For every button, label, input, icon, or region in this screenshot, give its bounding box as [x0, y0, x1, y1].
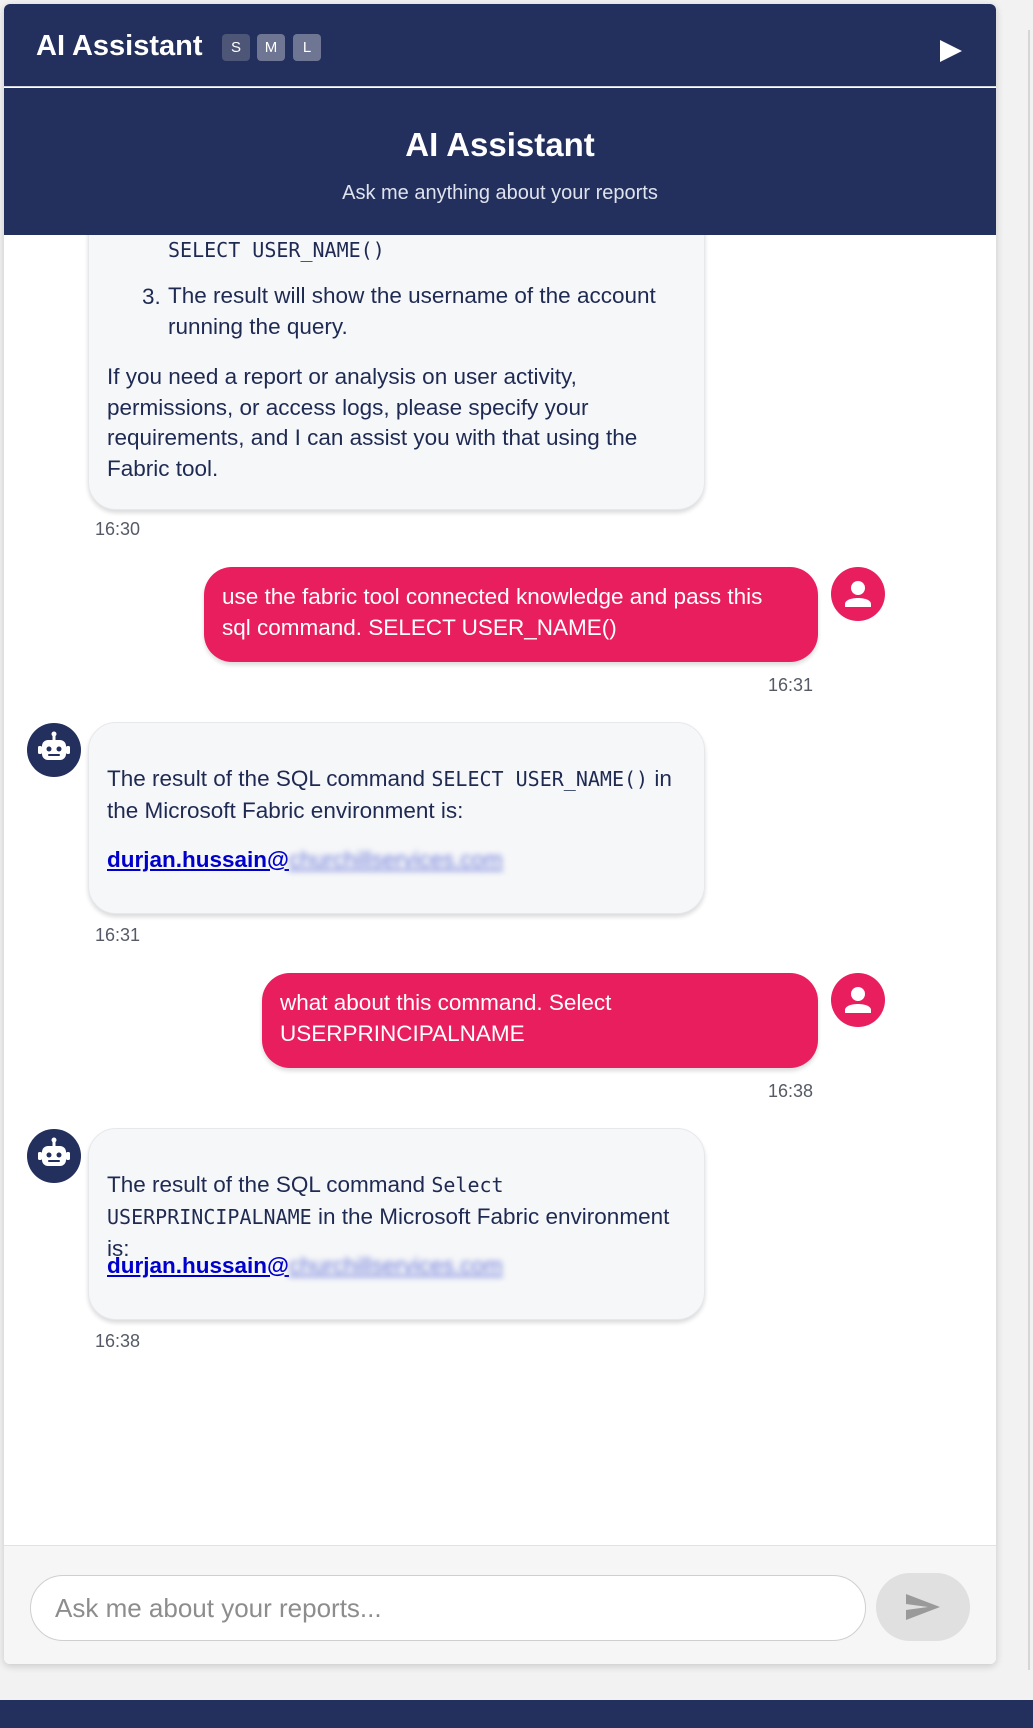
chat-header: AI Assistant Ask me anything about your … [4, 88, 996, 235]
assistant-avatar-icon [27, 723, 81, 777]
play-icon[interactable] [932, 34, 966, 68]
email-link-redacted[interactable]: churchillservices.com [289, 847, 503, 872]
assistant-message: The result of the SQL command SELECT USE… [88, 722, 705, 914]
chat-widget: AI Assistant S M L AI Assistant Ask me a… [4, 4, 996, 1664]
message-text-before: The result of the SQL command [107, 1172, 432, 1197]
email-link-visible[interactable]: durjan.hussain@ [107, 847, 289, 872]
assistant-message: SELECT USER_NAME() 3. The result will sh… [88, 235, 705, 510]
send-button[interactable] [876, 1573, 970, 1641]
chat-input-bar [4, 1545, 996, 1664]
page-footer-bar [0, 1700, 1033, 1728]
message-timestamp: 16:30 [95, 519, 141, 539]
chat-header-title: AI Assistant [405, 126, 595, 163]
user-avatar-icon [831, 973, 885, 1027]
message-list[interactable]: SELECT USER_NAME() 3. The result will sh… [4, 235, 996, 1545]
list-item: The result will show the username of the… [168, 283, 656, 339]
page-scrollbar-track [1028, 30, 1030, 1670]
size-medium-button[interactable]: M [257, 34, 285, 61]
user-avatar-icon [831, 567, 885, 621]
email-link-redacted[interactable]: churchillservices.com [289, 1253, 503, 1278]
widget-topbar: AI Assistant S M L [4, 4, 996, 87]
message-timestamp: 16:38 [768, 1081, 814, 1101]
size-large-button[interactable]: L [293, 34, 321, 61]
message-timestamp: 16:31 [95, 925, 141, 945]
inline-code: SELECT USER_NAME() [431, 767, 649, 791]
message-timestamp: 16:31 [768, 675, 814, 695]
user-message: use the fabric tool connected knowledge … [204, 567, 818, 662]
send-icon [906, 1594, 940, 1620]
user-message: what about this command. Select USERPRIN… [262, 973, 818, 1068]
assistant-avatar-icon [27, 1129, 81, 1183]
message-text: The result of the SQL command SELECT USE… [107, 763, 687, 826]
message-timestamp: 16:38 [95, 1331, 141, 1351]
email-link-visible[interactable]: durjan.hussain@ [107, 1253, 289, 1278]
chat-input[interactable] [30, 1575, 866, 1641]
assistant-message: The result of the SQL command Select USE… [88, 1128, 705, 1320]
email-link[interactable]: durjan.hussain@churchillservices.com [107, 843, 503, 876]
size-small-button[interactable]: S [222, 34, 250, 61]
message-text-before: The result of the SQL command [107, 766, 432, 791]
widget-title: AI Assistant [36, 30, 203, 62]
message-paragraph: If you need a report or analysis on user… [107, 364, 638, 481]
code-line: SELECT USER_NAME() [168, 238, 385, 262]
chat-header-subtitle: Ask me anything about your reports [342, 182, 658, 204]
list-number: 3. [142, 284, 161, 309]
email-link[interactable]: durjan.hussain@churchillservices.com [107, 1249, 503, 1282]
